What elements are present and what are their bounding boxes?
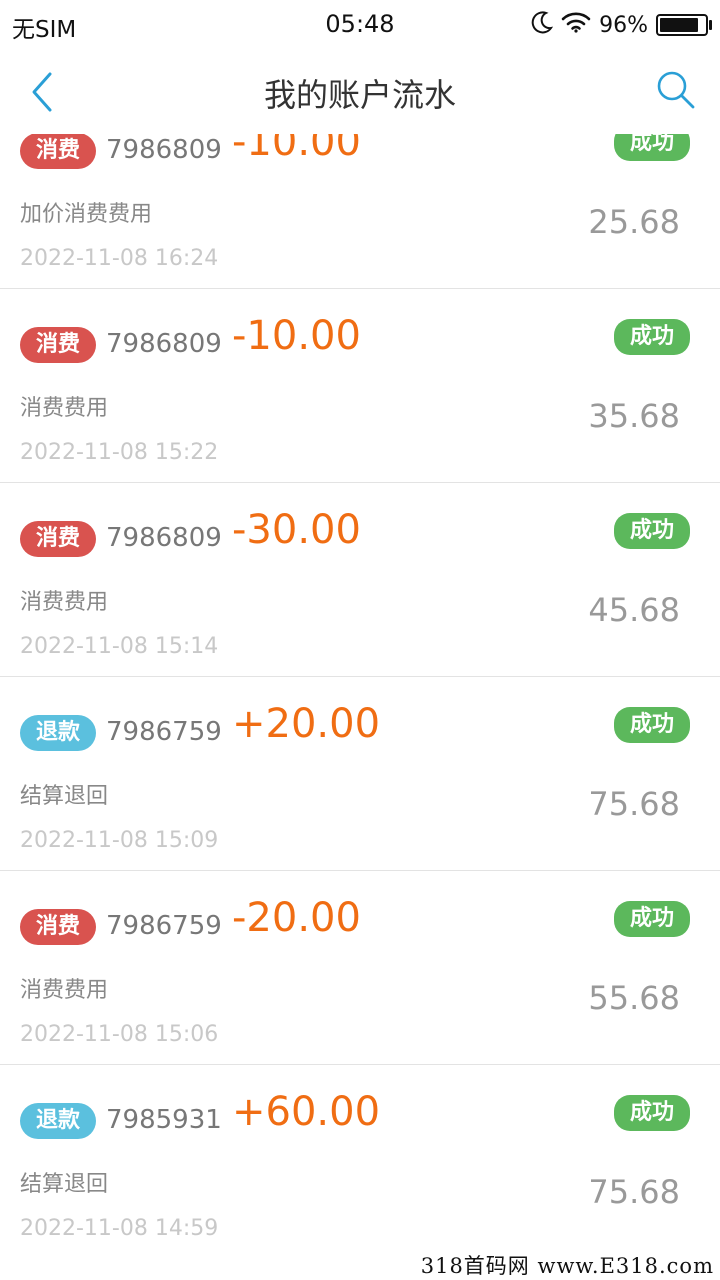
status-badge: 成功 bbox=[614, 901, 690, 937]
search-button[interactable] bbox=[654, 68, 698, 112]
amount: -10.00 bbox=[232, 313, 361, 359]
balance: 75.68 bbox=[588, 1173, 680, 1211]
timestamp: 2022-11-08 15:09 bbox=[20, 828, 219, 853]
type-badge: 消费 bbox=[20, 521, 96, 557]
battery-icon bbox=[656, 14, 712, 36]
amount: +60.00 bbox=[232, 1089, 381, 1135]
transaction-row[interactable]: 消费 7986809 -10.00 成功 消费费用 35.68 2022-11-… bbox=[0, 289, 720, 483]
status-icons: 96% bbox=[531, 10, 712, 40]
nav-bar: 我的账户流水 bbox=[0, 50, 720, 134]
balance: 55.68 bbox=[588, 979, 680, 1017]
status-badge: 成功 bbox=[614, 134, 690, 161]
description: 加价消费费用 bbox=[20, 202, 153, 227]
amount: -20.00 bbox=[232, 895, 361, 941]
timestamp: 2022-11-08 15:06 bbox=[20, 1022, 219, 1047]
order-number: 7986809 bbox=[106, 523, 222, 553]
order-number: 7986809 bbox=[106, 329, 222, 359]
description: 消费费用 bbox=[20, 396, 109, 421]
balance: 45.68 bbox=[588, 591, 680, 629]
transaction-row[interactable]: 退款 7985931 +60.00 成功 结算退回 75.68 2022-11-… bbox=[0, 1065, 720, 1252]
type-badge: 消费 bbox=[20, 909, 96, 945]
amount: -10.00 bbox=[232, 134, 361, 165]
status-badge: 成功 bbox=[614, 707, 690, 743]
timestamp: 2022-11-08 15:22 bbox=[20, 440, 219, 465]
status-badge: 成功 bbox=[614, 319, 690, 355]
balance: 25.68 bbox=[588, 203, 680, 241]
timestamp: 2022-11-08 15:14 bbox=[20, 634, 219, 659]
order-number: 7985931 bbox=[106, 1105, 222, 1135]
description: 消费费用 bbox=[20, 590, 109, 615]
battery-percent: 96% bbox=[599, 12, 648, 38]
timestamp: 2022-11-08 14:59 bbox=[20, 1216, 219, 1241]
description: 消费费用 bbox=[20, 978, 109, 1003]
description: 结算退回 bbox=[20, 1172, 109, 1197]
wifi-icon bbox=[561, 11, 591, 39]
order-number: 7986809 bbox=[106, 135, 222, 165]
transaction-list[interactable]: 消费 7986809 -10.00 成功 加价消费费用 25.68 2022-1… bbox=[0, 134, 720, 1252]
transaction-row[interactable]: 退款 7986759 +20.00 成功 结算退回 75.68 2022-11-… bbox=[0, 677, 720, 871]
type-badge: 退款 bbox=[20, 715, 96, 751]
order-number: 7986759 bbox=[106, 911, 222, 941]
order-number: 7986759 bbox=[106, 717, 222, 747]
type-badge: 退款 bbox=[20, 1103, 96, 1139]
transaction-row[interactable]: 消费 7986809 -30.00 成功 消费费用 45.68 2022-11-… bbox=[0, 483, 720, 677]
moon-icon bbox=[531, 10, 554, 40]
description: 结算退回 bbox=[20, 784, 109, 809]
watermark: 318首码网 www.E318.com bbox=[414, 1252, 720, 1280]
timestamp: 2022-11-08 16:24 bbox=[20, 246, 219, 271]
page-title: 我的账户流水 bbox=[263, 76, 456, 114]
amount: +20.00 bbox=[232, 701, 381, 747]
amount: -30.00 bbox=[232, 507, 361, 553]
search-icon bbox=[657, 71, 695, 109]
status-badge: 成功 bbox=[614, 513, 690, 549]
transaction-row[interactable]: 消费 7986809 -10.00 成功 加价消费费用 25.68 2022-1… bbox=[0, 134, 720, 289]
status-badge: 成功 bbox=[614, 1095, 690, 1131]
balance: 35.68 bbox=[588, 397, 680, 435]
transaction-row[interactable]: 消费 7986759 -20.00 成功 消费费用 55.68 2022-11-… bbox=[0, 871, 720, 1065]
type-badge: 消费 bbox=[20, 327, 96, 363]
balance: 75.68 bbox=[588, 785, 680, 823]
status-bar: 无SIM 05:48 96% bbox=[0, 0, 720, 50]
type-badge: 消费 bbox=[20, 134, 96, 169]
